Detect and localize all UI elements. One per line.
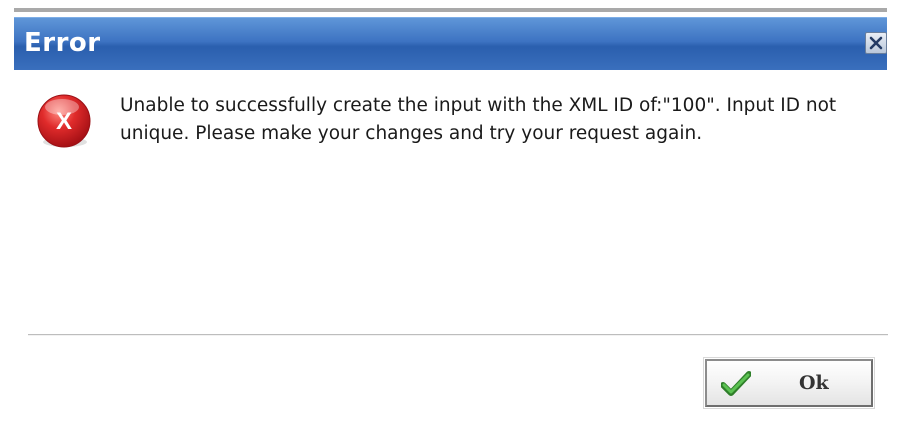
close-button[interactable]	[865, 32, 887, 54]
error-dialog: Error X Unable to successfully create th…	[0, 0, 901, 440]
checkmark-icon	[721, 371, 751, 396]
dialog-titlebar: Error	[14, 17, 887, 70]
ok-button[interactable]: Ok	[703, 357, 875, 409]
separator	[28, 334, 888, 336]
top-border	[14, 8, 887, 12]
ok-button-label: Ok	[799, 372, 829, 394]
dialog-title: Error	[24, 28, 101, 58]
close-icon	[869, 36, 883, 50]
error-icon-letter: X	[56, 108, 72, 135]
error-icon: X	[37, 94, 91, 148]
error-message: Unable to successfully create the input …	[120, 95, 837, 144]
